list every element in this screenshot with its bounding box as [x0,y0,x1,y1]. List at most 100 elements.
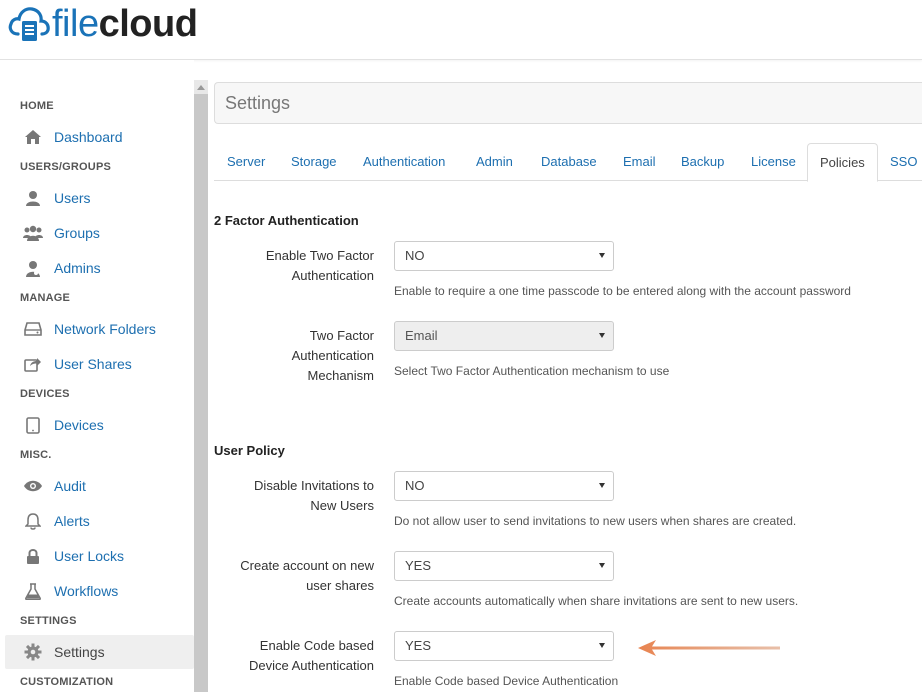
caret-down-icon [599,333,605,338]
field-label-line: Enable Two Factor [265,248,374,263]
create-account-select[interactable]: YES [394,551,614,581]
drive-icon [22,319,44,339]
tablet-icon [22,415,44,435]
page-title: Settings [225,93,291,113]
section-title-user-policy: User Policy [214,443,285,458]
gear-icon [22,642,44,662]
sidebar-item-label: Devices [54,417,104,433]
sidebar-item-label: User Shares [54,356,132,372]
tab-admin[interactable]: Admin [476,143,513,181]
logo-text-cloud: cloud [98,3,198,45]
sidebar-item-label: Audit [54,478,86,494]
tab-policies[interactable]: Policies [807,143,878,182]
cloud-document-icon [8,7,50,41]
sidebar-item-label: Admins [54,260,101,276]
caret-down-icon [599,253,605,258]
logo-text-file: file [52,3,99,45]
group-icon [22,223,44,243]
select-value: NO [405,248,425,263]
sidebar-section-misc: MISC. [20,449,52,461]
tab-storage[interactable]: Storage [291,143,337,181]
2fa-mechanism-select[interactable]: Email [394,321,614,351]
field-label-line: Authentication [291,348,374,363]
field-label-line: Create account on new [240,558,374,573]
field-label-enable-2fa: Enable Two Factor Authentication [214,246,374,286]
field-label-2fa-mechanism: Two Factor Authentication Mechanism [214,326,374,386]
user-icon [22,188,44,208]
tab-authentication[interactable]: Authentication [363,143,445,181]
tab-email[interactable]: Email [623,143,656,181]
tab-database[interactable]: Database [541,143,597,181]
sidebar-item-audit[interactable]: Audit [0,470,194,502]
annotation-arrow-icon [638,640,780,656]
field-label-line: Authentication [291,268,374,283]
field-label-code-device-auth: Enable Code based Device Authentication [214,636,374,676]
field-label-line: Device Authentication [248,658,374,673]
admin-icon [22,258,44,278]
flask-icon [22,581,44,601]
select-value: YES [405,638,432,653]
section-title-2fa: 2 Factor Authentication [214,213,359,228]
sidebar-section-devices: DEVICES [20,388,70,400]
sidebar-item-settings[interactable]: Settings [5,635,194,669]
eye-icon [22,476,44,496]
logo-text: filecloud [52,3,198,45]
caret-down-icon [599,643,605,648]
settings-tabs: Server Storage Authentication Admin Data… [214,143,922,182]
select-value: Email [405,328,438,343]
sidebar-item-network-folders[interactable]: Network Folders [0,313,194,345]
tab-sso[interactable]: SSO [890,143,917,181]
sidebar-item-workflows[interactable]: Workflows [0,575,194,607]
code-device-auth-select[interactable]: YES [394,631,614,661]
page-header-panel: Settings [214,82,922,124]
sidebar-item-dashboard[interactable]: Dashboard [0,121,194,153]
help-text-code-device-auth: Enable Code based Device Authentication [394,674,619,688]
filecloud-logo[interactable]: filecloud [8,3,198,45]
field-label-disable-invitations: Disable Invitations to New Users [214,476,374,516]
sidebar-item-admins[interactable]: Admins [0,252,194,284]
field-label-line: Enable Code based [259,638,374,653]
lock-icon [22,546,44,566]
help-text-create-account: Create accounts automatically when share… [394,594,799,608]
sidebar-item-alerts[interactable]: Alerts [0,505,194,537]
enable-2fa-select[interactable]: NO [394,241,614,271]
scroll-up-arrow-icon[interactable] [194,80,208,94]
disable-invitations-select[interactable]: NO [394,471,614,501]
share-icon [22,354,44,374]
sidebar-item-label: Workflows [54,583,119,599]
bell-icon [22,511,44,531]
sidebar-item-label: User Locks [54,548,125,564]
select-value: YES [405,558,432,573]
sidebar-item-label: Network Folders [54,321,156,337]
tab-backup[interactable]: Backup [681,143,724,181]
sidebar-item-groups[interactable]: Groups [0,217,194,249]
sidebar-item-users[interactable]: Users [0,182,194,214]
field-label-line: Mechanism [307,368,374,383]
sidebar-item-user-shares[interactable]: User Shares [0,348,194,380]
tab-license[interactable]: License [751,143,796,181]
field-label-line: Disable Invitations to [254,478,374,493]
sidebar-item-label: Users [54,190,91,206]
home-icon [22,127,44,147]
sidebar: HOME Dashboard USERS/GROUPS Users Groups… [0,60,194,692]
caret-down-icon [599,483,605,488]
caret-down-icon [599,563,605,568]
help-text-2fa-mechanism: Select Two Factor Authentication mechani… [394,364,670,378]
select-value: NO [405,478,425,493]
sidebar-item-label: Dashboard [54,129,123,145]
field-label-create-account: Create account on new user shares [214,556,374,596]
sidebar-scrollbar[interactable] [194,80,208,692]
help-text-enable-2fa: Enable to require a one time passcode to… [394,284,851,298]
field-label-line: Two Factor [309,328,374,343]
sidebar-section-customization: CUSTOMIZATION [20,676,114,688]
tab-server[interactable]: Server [227,143,265,181]
sidebar-section-manage: MANAGE [20,292,71,304]
field-label-line: user shares [306,578,374,593]
sidebar-item-user-locks[interactable]: User Locks [0,540,194,572]
app-header: filecloud [0,0,922,60]
sidebar-item-label: Settings [54,644,105,660]
help-text-disable-invitations: Do not allow user to send invitations to… [394,514,797,528]
sidebar-item-label: Alerts [54,513,90,529]
sidebar-item-devices[interactable]: Devices [0,409,194,441]
field-label-line: New Users [310,498,374,513]
